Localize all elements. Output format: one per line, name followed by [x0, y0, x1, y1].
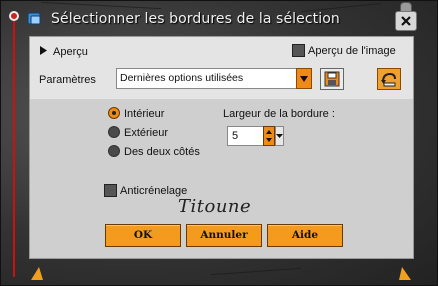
cancel-button[interactable]: Annuler	[186, 224, 262, 247]
help-button[interactable]: Aide	[267, 224, 343, 247]
presets-label: Paramètres	[39, 74, 96, 86]
radio-checked-icon	[108, 107, 120, 119]
antialias-checkbox[interactable]: Anticrénelage	[104, 184, 187, 197]
border-width-spinner[interactable]	[263, 126, 275, 146]
ok-button[interactable]: OK	[105, 224, 181, 247]
reset-icon	[378, 72, 400, 92]
radio-exterior-label: Extérieur	[124, 127, 169, 139]
checkbox-checked-icon	[292, 44, 305, 57]
radio-both-sides-label: Des deux côtés	[124, 146, 200, 158]
rail-line	[13, 19, 15, 277]
dialog-frame: Sélectionner les bordures de la sélectio…	[0, 0, 438, 286]
radio-interior[interactable]: Intérieur	[108, 107, 164, 120]
preview-toggle[interactable]: Aperçu	[40, 46, 88, 58]
preview-toggle-label: Aperçu	[53, 46, 88, 58]
dropdown-arrow-icon	[276, 134, 283, 148]
image-preview-label: Aperçu de l'image	[308, 45, 396, 57]
app-icon	[27, 12, 43, 26]
dropdown-arrow-icon	[297, 76, 311, 82]
border-width-dropdown[interactable]	[275, 126, 284, 146]
close-icon	[396, 15, 416, 27]
border-width-input[interactable]: 5	[227, 126, 267, 146]
radio-exterior[interactable]: Extérieur	[108, 126, 168, 139]
presets-dropdown-button[interactable]	[296, 68, 312, 89]
save-preset-icon	[321, 71, 343, 92]
border-width-label: Largeur de la bordure :	[223, 108, 335, 120]
collapse-arrow-icon	[40, 46, 47, 58]
window-title: Sélectionner les bordures de la sélectio…	[51, 11, 340, 27]
author-signature: Titoune	[178, 196, 252, 217]
decorative-crack	[211, 267, 301, 276]
spinner-icon	[264, 130, 274, 148]
radio-interior-label: Intérieur	[124, 108, 165, 120]
radio-both-sides[interactable]: Des deux côtés	[108, 145, 200, 158]
image-preview-checkbox[interactable]: Aperçu de l'image	[292, 44, 396, 57]
left-rail	[9, 11, 19, 281]
dialog-body: Aperçu Aperçu de l'image Paramètres Dern…	[29, 36, 414, 259]
corner-ornament-right	[399, 267, 411, 280]
presets-dropdown[interactable]: Dernières options utilisées	[116, 68, 312, 89]
preview-preset-area: Aperçu Aperçu de l'image Paramètres Dern…	[30, 37, 413, 99]
radio-unchecked-icon	[108, 126, 120, 138]
rail-knob	[9, 11, 19, 21]
checkbox-checked-icon	[104, 184, 117, 197]
corner-ornament-left	[31, 267, 43, 280]
radio-unchecked-icon	[108, 145, 120, 157]
reset-preset-button[interactable]	[377, 68, 401, 90]
title-bar[interactable]: Sélectionner les bordures de la sélectio…	[23, 9, 423, 31]
close-button[interactable]	[395, 11, 417, 31]
save-preset-button[interactable]	[320, 68, 344, 90]
